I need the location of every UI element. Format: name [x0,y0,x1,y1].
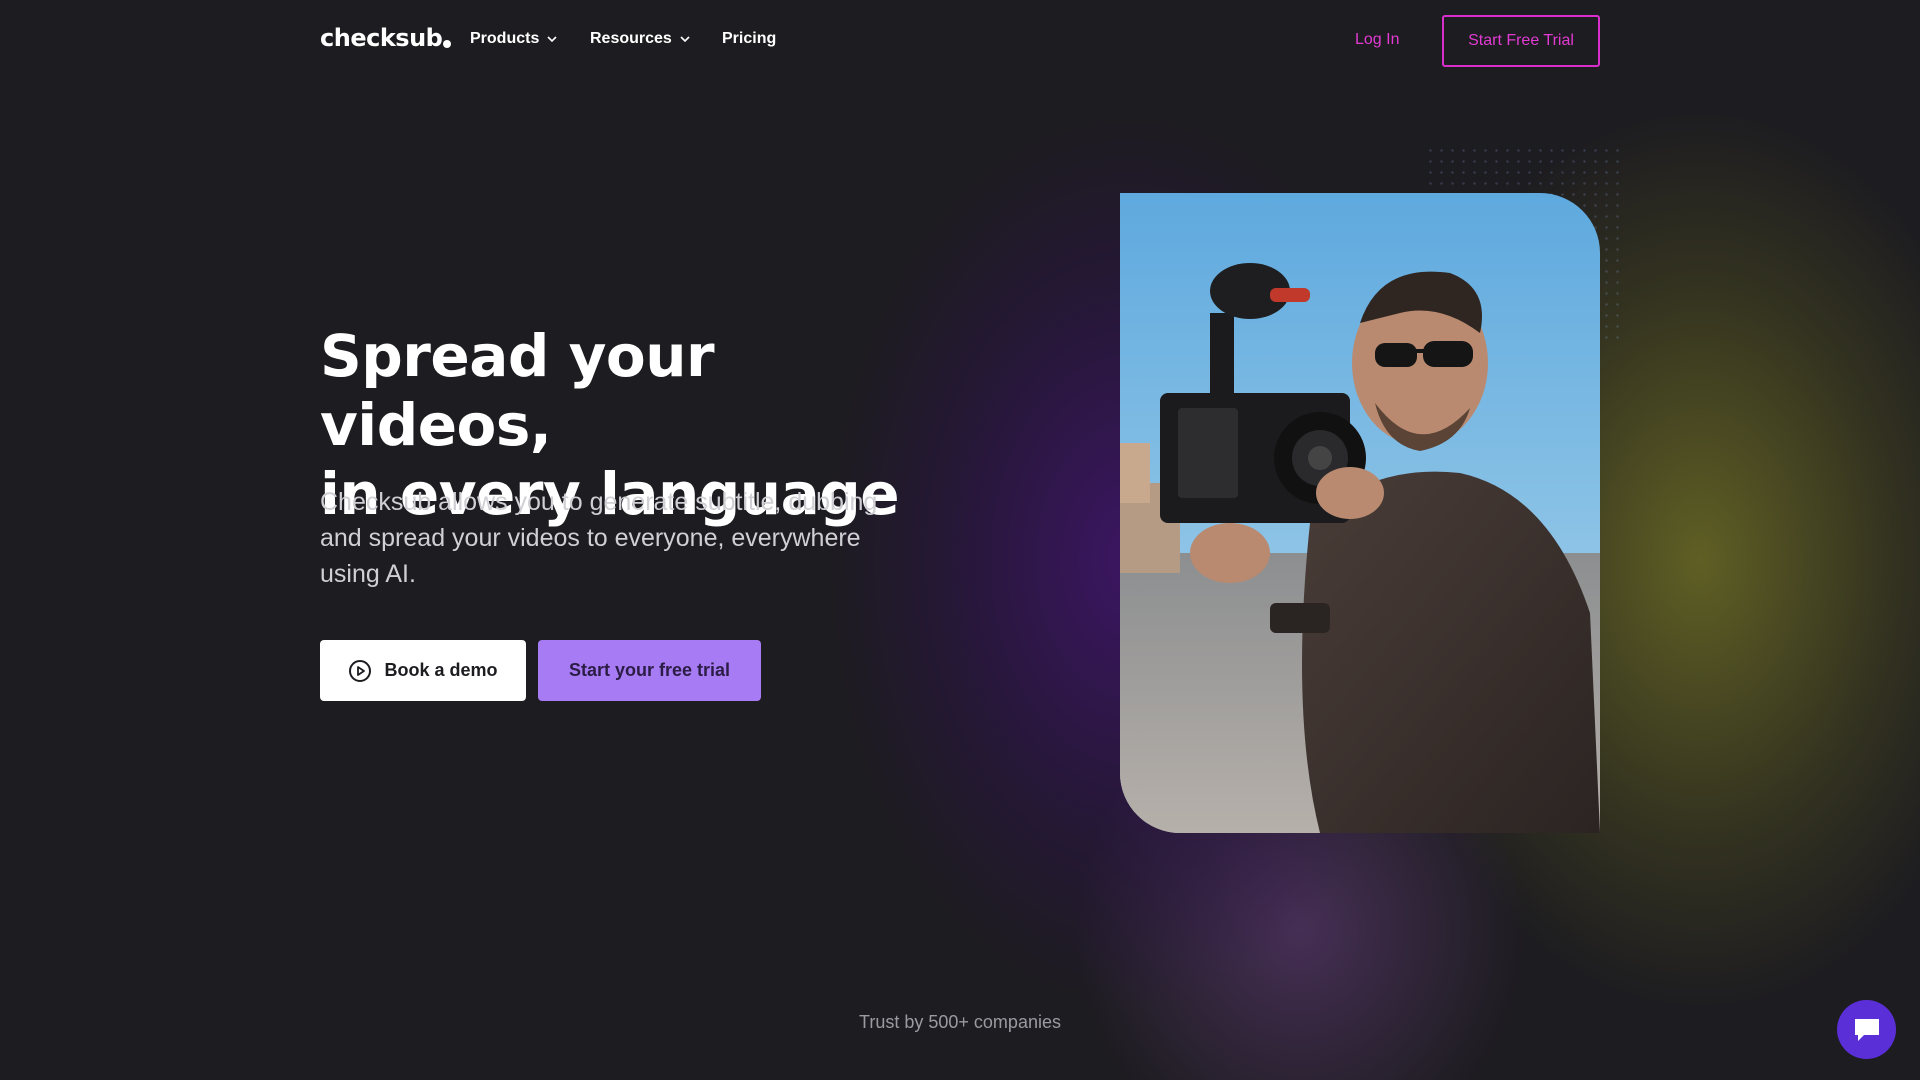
logo-text: checksub [320,24,443,52]
hero-image [1120,193,1600,833]
hero-subtitle: Checksub allows you to generate subtitle… [320,488,878,588]
chevron-down-icon [680,36,690,43]
chevron-down-icon [547,36,557,43]
background-glow [0,0,1920,1080]
logo-dot [443,40,452,48]
nav-pricing-label: Pricing [722,30,777,47]
nav-resources[interactable]: Resources [590,30,690,48]
nav-resources-label: Resources [590,30,672,47]
logo[interactable]: checksub [320,24,452,52]
start-free-trial-button[interactable]: Start Free Trial [1442,15,1600,67]
login-link[interactable]: Log In [1355,31,1399,49]
start-free-trial-cta[interactable]: Start your free trial [538,640,761,701]
book-demo-button[interactable]: Book a demo [320,640,526,701]
chat-button[interactable] [1837,1000,1896,1059]
hero-title-line1: Spread your videos, [320,322,715,459]
nav-products-label: Products [470,30,540,47]
trust-text: Trust by 500+ companies [859,1012,1061,1032]
nav-products[interactable]: Products [470,30,557,48]
chat-bubble-icon [1854,1018,1879,1041]
book-demo-label: Book a demo [384,660,498,680]
top-nav: checksub Products Resources Pricing Log … [0,0,1920,82]
hero-photo [1120,193,1600,833]
play-circle-icon [349,659,372,682]
nav-pricing[interactable]: Pricing [722,30,776,48]
